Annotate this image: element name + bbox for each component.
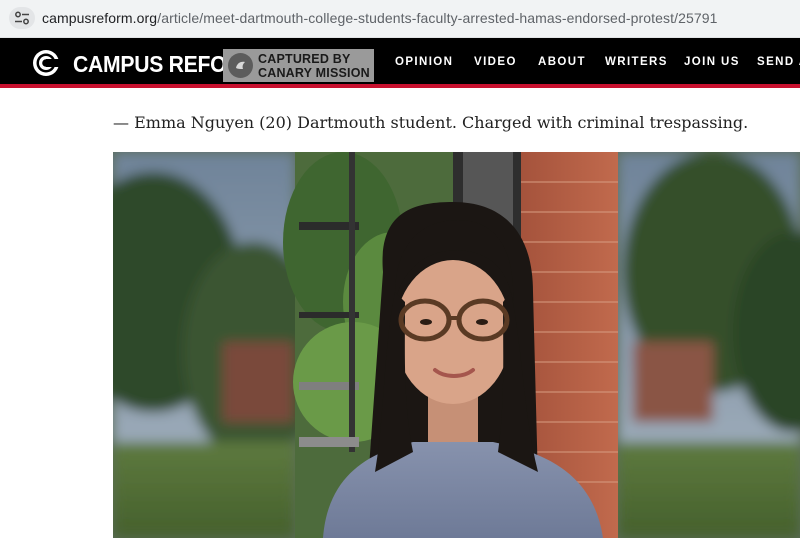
site-info-button[interactable] bbox=[9, 7, 35, 29]
url-path: /article/meet-dartmouth-college-students… bbox=[157, 10, 718, 26]
header-accent-line bbox=[0, 84, 800, 88]
url-host: campusreform.org bbox=[42, 10, 158, 26]
canary-badge bbox=[228, 53, 253, 78]
article-photo bbox=[113, 152, 800, 538]
campus-reform-c-icon[interactable] bbox=[31, 49, 63, 77]
photo-caption: — Emma Nguyen (20) Dartmouth student. Ch… bbox=[113, 113, 749, 132]
nav-join-us[interactable]: JOIN US bbox=[684, 56, 740, 68]
nav-send-a[interactable]: SEND A bbox=[757, 56, 800, 68]
url-field[interactable]: campusreform.org/article/meet-dartmouth-… bbox=[42, 10, 718, 26]
nav-video[interactable]: VIDEO bbox=[474, 56, 517, 68]
site-header: CAMPUS REFORM CAPTURED BY CANARY MISSION… bbox=[0, 38, 800, 88]
tune-icon bbox=[15, 11, 29, 25]
nav-opinion[interactable]: OPINION bbox=[395, 56, 453, 68]
nav-about[interactable]: ABOUT bbox=[538, 56, 586, 68]
canary-mission-banner[interactable]: CAPTURED BY CANARY MISSION bbox=[223, 49, 374, 82]
browser-address-bar: campusreform.org/article/meet-dartmouth-… bbox=[0, 0, 800, 38]
nav-writers[interactable]: WRITERS bbox=[605, 56, 668, 68]
canary-line-1: CAPTURED BY bbox=[258, 52, 351, 66]
portrait-image bbox=[113, 152, 800, 538]
canary-bird-icon bbox=[236, 61, 245, 69]
canary-line-2: CANARY MISSION bbox=[258, 66, 370, 80]
